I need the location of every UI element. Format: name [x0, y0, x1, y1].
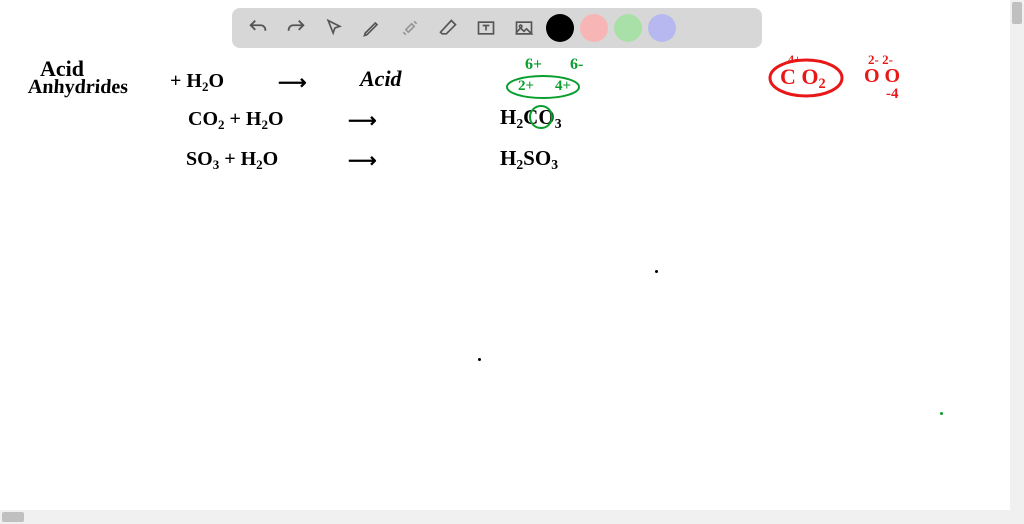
scrollbar-thumb-h[interactable]: [2, 512, 24, 522]
green-circle-c: [528, 104, 554, 130]
eq3-right: H2SO3: [500, 146, 558, 173]
arrow-1: ⟶: [278, 70, 307, 95]
arrow-2: ⟶: [348, 108, 377, 133]
green-annotation-bubble: [505, 74, 600, 100]
text-acid-right: Acid: [360, 66, 402, 92]
red-oval: [766, 56, 846, 100]
text-anhydrides: Anhydrides: [27, 76, 129, 99]
dot-2: [478, 358, 481, 361]
scrollbar-thumb-v[interactable]: [1012, 2, 1022, 24]
dot-3: [940, 412, 943, 415]
whiteboard-canvas[interactable]: Acid Anhydrides + H2O ⟶ Acid 6+ 6- 2+ 4+…: [0, 0, 1024, 524]
green-6minus: 6-: [570, 56, 583, 74]
green-6plus: 6+: [525, 56, 542, 74]
text-plus-h2o-1: + H2O: [170, 70, 224, 95]
arrow-3: ⟶: [348, 148, 377, 173]
dot-1: [655, 270, 658, 273]
eq2-left: CO2 + H2O: [188, 108, 284, 133]
red-minus4: -4: [886, 86, 899, 103]
scrollbar-vertical[interactable]: [1010, 0, 1024, 524]
eq3-left: SO3 + H2O: [186, 148, 278, 173]
red-oo: O O: [864, 65, 900, 88]
scrollbar-horizontal[interactable]: [0, 510, 1010, 524]
